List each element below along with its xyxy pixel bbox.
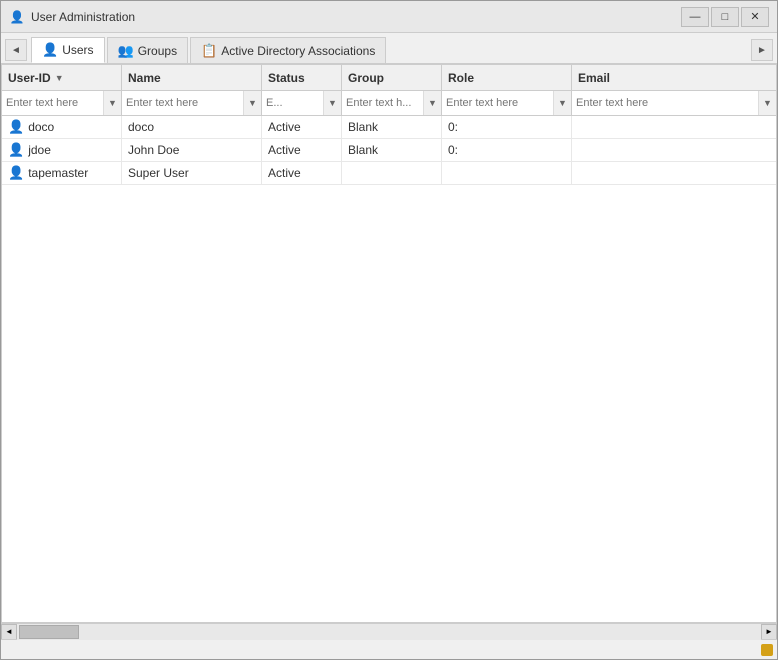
filter-icon-name: ▼	[248, 98, 257, 108]
col-label-group[interactable]: Group	[342, 65, 441, 91]
cell-group-2: Blank	[342, 139, 442, 161]
filter-btn-email[interactable]: ▼	[758, 91, 776, 115]
filter-btn-userid[interactable]: ▼	[103, 91, 121, 115]
window-controls: — □ ✕	[681, 7, 769, 27]
tab-active-directory[interactable]: 📋 Active Directory Associations	[190, 37, 386, 63]
scroll-right-btn[interactable]: ►	[761, 624, 777, 640]
cell-email-1	[572, 116, 776, 138]
window-title: User Administration	[31, 10, 135, 24]
content-area: ◄ 👤 Users 👥 Groups 📋 Active Directory As…	[1, 33, 777, 659]
table-row[interactable]: 👤 jdoe John Doe Active Blank 0:	[2, 139, 776, 162]
cell-userid-1: 👤 doco	[2, 116, 122, 138]
cell-status-3: Active	[262, 162, 342, 184]
nav-bar: ◄ 👤 Users 👥 Groups 📋 Active Directory As…	[1, 33, 777, 64]
table-container: User-ID ▼ ▼ Name	[1, 64, 777, 623]
filter-btn-name[interactable]: ▼	[243, 91, 261, 115]
cell-userid-3: 👤 tapemaster	[2, 162, 122, 184]
filter-btn-group[interactable]: ▼	[423, 91, 441, 115]
scroll-track[interactable]	[17, 624, 761, 640]
cell-role-2: 0:	[442, 139, 572, 161]
col-label-name[interactable]: Name	[122, 65, 261, 91]
tab-groups[interactable]: 👥 Groups	[107, 37, 189, 63]
filter-input-role[interactable]	[442, 95, 553, 111]
filter-input-group[interactable]	[342, 95, 423, 111]
table-body: 👤 doco doco Active Blank 0: 👤 jdoe John	[2, 116, 776, 622]
cell-status-1: Active	[262, 116, 342, 138]
col-header-userid: User-ID ▼ ▼	[2, 65, 122, 115]
filter-icon-userid: ▼	[108, 98, 117, 108]
col-label-role[interactable]: Role	[442, 65, 571, 91]
col-filter-status: ▼	[262, 91, 341, 115]
title-bar-left: 👤 User Administration	[9, 9, 135, 25]
filter-icon-email: ▼	[763, 98, 772, 108]
close-button[interactable]: ✕	[741, 7, 769, 27]
title-bar: 👤 User Administration — □ ✕	[1, 1, 777, 33]
maximize-button[interactable]: □	[711, 7, 739, 27]
sort-icon-userid: ▼	[55, 73, 64, 83]
users-tab-label: Users	[62, 43, 93, 57]
cell-role-3	[442, 162, 572, 184]
col-label-status[interactable]: Status	[262, 65, 341, 91]
col-header-group: Group ▼	[342, 65, 442, 115]
nav-arrow-right[interactable]: ►	[751, 39, 773, 61]
main-window: 👤 User Administration — □ ✕ ◄ 👤 Users 👥 …	[0, 0, 778, 660]
col-header-name: Name ▼	[122, 65, 262, 115]
col-label-userid[interactable]: User-ID ▼	[2, 65, 121, 91]
window-icon: 👤	[9, 9, 25, 25]
cell-group-3	[342, 162, 442, 184]
nav-arrow-left[interactable]: ◄	[5, 39, 27, 61]
filter-input-email[interactable]	[572, 95, 758, 111]
cell-role-1: 0:	[442, 116, 572, 138]
groups-tab-label: Groups	[138, 44, 177, 58]
filter-btn-role[interactable]: ▼	[553, 91, 571, 115]
user-icon-2: 👤	[8, 142, 24, 158]
tab-users[interactable]: 👤 Users	[31, 37, 105, 63]
filter-icon-group: ▼	[428, 98, 437, 108]
minimize-button[interactable]: —	[681, 7, 709, 27]
filter-input-userid[interactable]	[2, 95, 103, 111]
cell-name-1: doco	[122, 116, 262, 138]
active-directory-tab-icon: 📋	[201, 43, 217, 59]
col-filter-email: ▼	[572, 91, 776, 115]
col-header-email: Email ▼	[572, 65, 776, 115]
status-bar	[1, 639, 777, 659]
filter-btn-status[interactable]: ▼	[323, 91, 341, 115]
cell-email-2	[572, 139, 776, 161]
active-directory-tab-label: Active Directory Associations	[221, 44, 375, 58]
table-row[interactable]: 👤 tapemaster Super User Active	[2, 162, 776, 185]
filter-icon-role: ▼	[558, 98, 567, 108]
col-label-email[interactable]: Email	[572, 65, 776, 91]
col-header-role: Role ▼	[442, 65, 572, 115]
cell-userid-2: 👤 jdoe	[2, 139, 122, 161]
tabs-container: 👤 Users 👥 Groups 📋 Active Directory Asso…	[27, 37, 751, 63]
table-row[interactable]: 👤 doco doco Active Blank 0:	[2, 116, 776, 139]
col-filter-name: ▼	[122, 91, 261, 115]
cell-group-1: Blank	[342, 116, 442, 138]
filter-icon-status: ▼	[328, 98, 337, 108]
col-filter-role: ▼	[442, 91, 571, 115]
users-tab-icon: 👤	[42, 42, 58, 58]
filter-input-name[interactable]	[122, 95, 243, 111]
col-filter-userid: ▼	[2, 91, 121, 115]
horizontal-scrollbar: ◄ ►	[1, 623, 777, 639]
cell-email-3	[572, 162, 776, 184]
cell-name-3: Super User	[122, 162, 262, 184]
col-header-status: Status ▼	[262, 65, 342, 115]
user-icon-3: 👤	[8, 165, 24, 181]
scroll-left-btn[interactable]: ◄	[1, 624, 17, 640]
col-filter-group: ▼	[342, 91, 441, 115]
filter-input-status[interactable]	[262, 95, 323, 111]
groups-tab-icon: 👥	[118, 43, 134, 59]
table-header: User-ID ▼ ▼ Name	[2, 65, 776, 116]
scroll-thumb[interactable]	[19, 625, 79, 639]
status-indicator	[761, 644, 773, 656]
user-icon-1: 👤	[8, 119, 24, 135]
cell-status-2: Active	[262, 139, 342, 161]
cell-name-2: John Doe	[122, 139, 262, 161]
